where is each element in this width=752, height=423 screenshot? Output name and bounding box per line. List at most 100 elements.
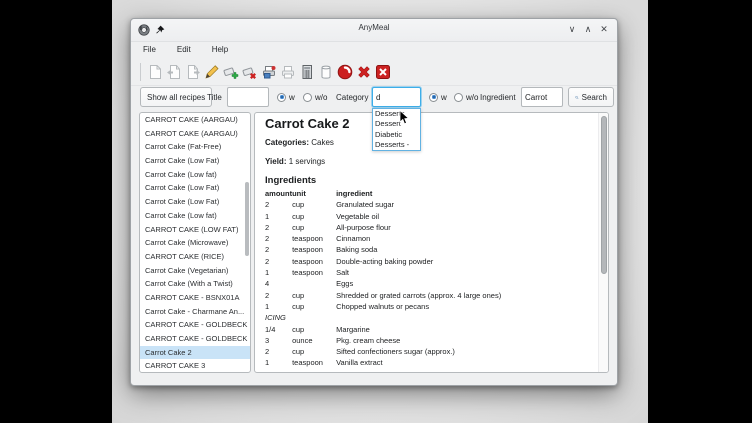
list-item[interactable]: CARROT CAKE (LOW FAT) xyxy=(140,223,250,237)
category-input[interactable]: d xyxy=(372,87,421,107)
ingredient-row: 2teaspoonDouble-acting baking powder xyxy=(265,256,501,267)
recipe-categories: Categories: Cakes xyxy=(265,138,598,147)
recipe-detail-scrollbar[interactable] xyxy=(601,116,607,274)
ingredient-cell-ingredient: Pkg. cream cheese xyxy=(336,335,501,346)
list-item[interactable]: Carrot Cake (Low fat) xyxy=(140,168,250,182)
ingredient-input[interactable]: Carrot xyxy=(521,87,563,107)
calculator-button[interactable] xyxy=(297,62,316,81)
cancel-button[interactable] xyxy=(354,62,373,81)
recipe-detail-scroll-track[interactable] xyxy=(598,113,608,372)
yield-value: 1 servings xyxy=(289,157,325,166)
recipe-list-scrollbar[interactable] xyxy=(245,182,249,256)
close-button[interactable]: ✕ xyxy=(597,22,611,36)
list-item[interactable]: Carrot Cake (With a Twist) xyxy=(140,277,250,291)
calculator-icon xyxy=(299,64,315,80)
menu-help[interactable]: Help xyxy=(210,43,230,56)
list-item[interactable]: Carrot Cake (Low fat) xyxy=(140,209,250,223)
list-item[interactable]: CARROT CAKE - BSNX01A xyxy=(140,291,250,305)
ingredient-cell-amount: 1 xyxy=(265,357,292,368)
list-item[interactable]: Carrot Cake (Low Fat) xyxy=(140,195,250,209)
trash-button[interactable] xyxy=(316,62,335,81)
list-item[interactable]: Carrot Cake (Low Fat) xyxy=(140,154,250,168)
ingredient-cell-amount: 1 xyxy=(265,301,292,312)
show-all-recipes-button[interactable]: Show all recipes xyxy=(140,87,212,107)
recipe-list-panel: CARROT CAKE (AARGAU)CARROT CAKE (AARGAU)… xyxy=(139,112,251,373)
quit-button[interactable] xyxy=(373,62,392,81)
list-item[interactable]: CARROT CAKE (AARGAU) xyxy=(140,113,250,127)
list-item[interactable]: Carrot Cake (Microwave) xyxy=(140,236,250,250)
new-recipe-button[interactable] xyxy=(145,62,164,81)
delete-recipe-button[interactable] xyxy=(240,62,259,81)
category-with-radio[interactable]: w xyxy=(429,87,447,107)
stop-icon xyxy=(337,64,353,80)
ingredient-row: 2cupAll-purpose flour xyxy=(265,222,501,233)
ingredient-cell-ingredient: Cinnamon xyxy=(336,233,501,244)
radio-selected-icon[interactable] xyxy=(429,93,438,102)
edit-recipe-button[interactable] xyxy=(202,62,221,81)
ingredient-cell-unit: teaspoon xyxy=(292,256,336,267)
categories-label: Categories: xyxy=(265,138,309,147)
category-label: Category xyxy=(336,87,368,107)
new-document-icon xyxy=(147,64,163,80)
list-item[interactable]: CARROT CAKE 3 xyxy=(140,359,250,373)
import-recipe-button[interactable] xyxy=(164,62,183,81)
list-item[interactable]: CARROT CAKE (RICE) xyxy=(140,250,250,264)
menu-file[interactable]: File xyxy=(141,43,158,56)
ingredient-cell-ingredient: Eggs xyxy=(336,278,501,289)
title-bar[interactable]: AnyMeal ∨ ∧ ✕ xyxy=(131,19,617,42)
ingredient-cell-amount: 3 xyxy=(265,335,292,346)
list-item[interactable]: Carrot Cake 2 xyxy=(140,346,250,360)
ingredient-cell-unit: teaspoon xyxy=(292,267,336,278)
print-recipe-button[interactable] xyxy=(259,62,278,81)
title-without-radio[interactable]: w/o xyxy=(303,87,327,107)
list-item[interactable]: Carrot Cake (Low Fat) xyxy=(140,181,250,195)
minimize-button[interactable]: ∨ xyxy=(565,22,579,36)
stop-button[interactable] xyxy=(335,62,354,81)
menu-bar: File Edit Help xyxy=(131,41,617,58)
unit-header: unit xyxy=(292,188,336,199)
add-recipe-button[interactable] xyxy=(221,62,240,81)
export-document-icon xyxy=(185,64,201,80)
dropdown-option[interactable]: Dessert xyxy=(373,119,420,129)
dropdown-option[interactable]: Desserts - xyxy=(373,140,420,150)
ingredient-cell-unit: cup xyxy=(292,222,336,233)
list-item[interactable]: CARROT CAKE (AARGAU) xyxy=(140,127,250,141)
search-button[interactable]: Search xyxy=(568,87,614,107)
print-preview-button[interactable] xyxy=(278,62,297,81)
ingredient-row: 2cupSifted confectioners sugar (approx.) xyxy=(265,346,501,357)
ingredient-row: 4Eggs xyxy=(265,278,501,289)
menu-edit[interactable]: Edit xyxy=(175,43,193,56)
ingredient-cell-unit: cup xyxy=(292,346,336,357)
quit-icon xyxy=(375,64,391,80)
ingredient-cell-ingredient: Double-acting baking powder xyxy=(336,256,501,267)
amount-header: amount xyxy=(265,188,292,199)
ingredient-cell-amount: 1 xyxy=(265,267,292,278)
dropdown-option[interactable]: Desserts xyxy=(373,109,420,119)
list-item[interactable]: CARROT CAKE - GOLDBECK xyxy=(140,332,250,346)
list-item[interactable]: Carrot Cake (Vegetarian) xyxy=(140,264,250,278)
search-icon xyxy=(575,93,579,102)
list-item[interactable]: CARROT CAKE - GOLDBECK xyxy=(140,318,250,332)
pencil-icon xyxy=(204,64,220,80)
list-item[interactable]: Carrot Cake - Charmane An... xyxy=(140,305,250,319)
title-with-radio[interactable]: w xyxy=(277,87,295,107)
ingredient-cell-amount: 2 xyxy=(265,256,292,267)
anymeal-window: AnyMeal ∨ ∧ ✕ File Edit Help xyxy=(130,18,618,386)
toolbar xyxy=(131,58,617,86)
radio-unselected-icon[interactable] xyxy=(454,93,463,102)
title-input[interactable] xyxy=(227,87,269,107)
ingredient-row: 1/4cupMargarine xyxy=(265,324,501,335)
radio-unselected-icon[interactable] xyxy=(303,93,312,102)
dropdown-option[interactable]: Diabetic xyxy=(373,130,420,140)
radio-selected-icon[interactable] xyxy=(277,93,286,102)
maximize-button[interactable]: ∧ xyxy=(581,22,595,36)
ingredient-cell-amount: 1 xyxy=(265,211,292,222)
export-recipe-button[interactable] xyxy=(183,62,202,81)
category-with-label: w xyxy=(441,93,447,102)
list-item[interactable]: Carrot Cake (Fat-Free) xyxy=(140,140,250,154)
ingredient-cell-amount: 2 xyxy=(265,199,292,210)
ingredient-cell-unit: teaspoon xyxy=(292,357,336,368)
ingredient-cell-ingredient: Chopped walnuts or pecans xyxy=(336,301,501,312)
category-without-radio[interactable]: w/o xyxy=(454,87,478,107)
title-without-label: w/o xyxy=(315,93,327,102)
